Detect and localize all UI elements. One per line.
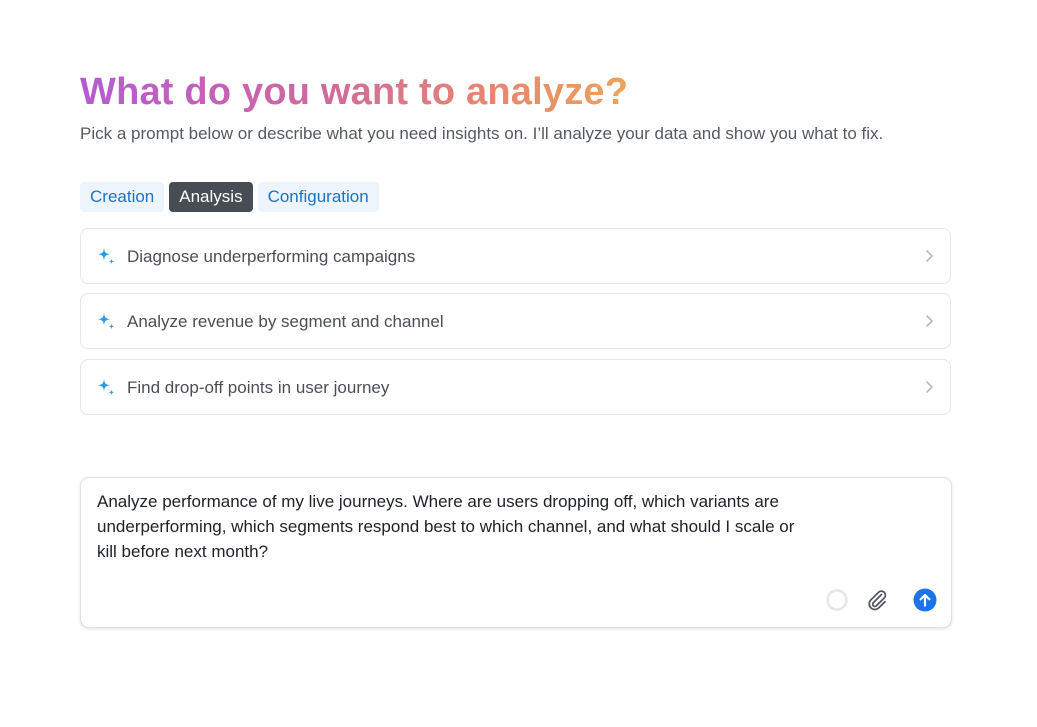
tab-configuration[interactable]: Configuration — [257, 182, 379, 212]
chevron-right-icon — [926, 315, 933, 327]
page-title: What do you want to analyze? — [80, 66, 628, 118]
tab-analysis[interactable]: Analysis — [169, 182, 253, 212]
prompt-label: Diagnose underperforming campaigns — [127, 247, 416, 266]
paperclip-icon[interactable] — [865, 588, 889, 612]
sparkle-icon — [97, 313, 115, 330]
chevron-right-icon — [926, 250, 933, 262]
prompt-label: Find drop-off points in user journey — [127, 378, 390, 397]
sparkle-icon — [97, 248, 115, 265]
prompt-composer: Analyze performance of my live journeys.… — [80, 477, 952, 628]
prompt-card-dropoff[interactable]: Find drop-off points in user journey — [80, 359, 951, 415]
page-subtitle: Pick a prompt below or describe what you… — [80, 124, 884, 143]
prompt-card-revenue[interactable]: Analyze revenue by segment and channel — [80, 293, 951, 349]
prompt-textarea[interactable]: Analyze performance of my live journeys.… — [97, 489, 797, 564]
prompt-card-diagnose[interactable]: Diagnose underperforming campaigns — [80, 228, 951, 284]
chevron-right-icon — [926, 381, 933, 393]
send-arrow-icon[interactable] — [913, 588, 937, 612]
page: What do you want to analyze? Pick a prom… — [0, 0, 1037, 727]
sparkle-icon — [97, 379, 115, 396]
tab-creation[interactable]: Creation — [80, 182, 165, 212]
category-tabs: Creation Analysis Configuration — [80, 182, 379, 212]
prompt-label: Analyze revenue by segment and channel — [127, 312, 444, 331]
status-circle-icon — [826, 589, 848, 611]
